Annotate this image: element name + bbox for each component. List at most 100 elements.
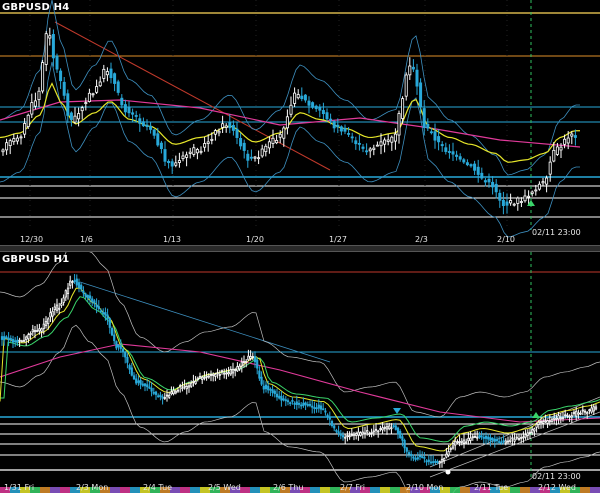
h1-candle-body <box>350 434 353 437</box>
h4-candle-body <box>231 125 235 131</box>
h1-candle-body <box>223 372 226 375</box>
h4-candle-body <box>375 144 379 147</box>
h4-candle-body <box>537 183 541 190</box>
h4-candle-body <box>426 123 430 129</box>
h1-candle-body <box>297 402 301 405</box>
h1-trendline <box>79 281 331 363</box>
h4-candle-body <box>390 136 394 143</box>
h1-candle-body <box>143 383 147 387</box>
h1-candle-body <box>412 456 415 459</box>
h4-candle-body <box>570 133 574 137</box>
h1-candle-body <box>148 386 151 389</box>
h4-candle-body <box>527 195 531 198</box>
h1-candle-body <box>55 304 59 311</box>
h1-chart-panel[interactable]: GBPUSD H1 02/11 23:00 1/31 Fri 2/3 Mon 2… <box>0 252 600 493</box>
h1-candle-body <box>390 427 393 430</box>
h1-date-band-segment <box>330 487 340 493</box>
h4-candle-body <box>102 68 106 79</box>
h4-candle-body <box>167 160 171 164</box>
h4-candle-body <box>307 100 311 106</box>
h4-x-tick: 1/6 <box>80 235 93 244</box>
h1-candle-body <box>559 417 562 420</box>
h1-candle-body <box>335 429 338 432</box>
h4-candle-body <box>483 180 487 183</box>
h1-date-band-segment <box>590 487 600 493</box>
h4-candle-body <box>372 147 376 150</box>
h1-candle-body <box>577 412 580 415</box>
h1-candle-body <box>275 393 279 398</box>
h1-candle-body <box>368 433 371 435</box>
h4-candle-body <box>491 181 495 188</box>
h1-candle-body <box>564 414 567 417</box>
h4-candle-body <box>210 138 214 141</box>
h1-candle-body <box>445 453 448 458</box>
h1-candle-body <box>38 328 41 332</box>
h1-candle-body <box>438 461 441 464</box>
h4-chart-panel[interactable]: GBPUSD H4 12/30 1/6 1/13 1/20 1/27 2/3 2… <box>0 0 600 245</box>
h1-candle-body <box>469 437 472 441</box>
h1-candle-body <box>300 404 303 407</box>
h1-candle-body <box>394 425 397 430</box>
h1-chart-canvas[interactable] <box>0 252 600 493</box>
h1-candle-body <box>592 406 595 412</box>
h1-candle-body <box>16 339 19 343</box>
h4-candle-body <box>59 70 63 82</box>
h1-candle-body <box>357 431 360 436</box>
h1-candle-body <box>480 435 483 438</box>
h1-candle-body <box>238 365 241 370</box>
h4-candle-body <box>505 201 509 206</box>
h1-candle-body <box>557 415 560 420</box>
h4-candle-body <box>109 68 113 79</box>
h1-candle-body <box>392 425 395 428</box>
h1-candle-body <box>366 430 369 433</box>
h1-candle-body <box>53 306 56 310</box>
h1-candle-body <box>451 443 455 449</box>
h1-candle-body <box>5 336 8 339</box>
h1-candle-body <box>579 412 582 415</box>
h1-candle-body <box>194 380 197 385</box>
h1-candle-body <box>88 295 92 299</box>
h1-candle-body <box>370 431 373 434</box>
h1-candle-body <box>425 460 428 463</box>
h1-candle-body <box>550 418 554 422</box>
h1-candle-body <box>458 441 461 443</box>
h1-date-band-segment <box>50 487 60 493</box>
h1-candle-body <box>570 415 573 418</box>
h1-signal-dot <box>445 469 451 475</box>
h1-candle-body <box>295 401 298 405</box>
h1-candle-body <box>548 420 551 423</box>
h1-candle-body <box>487 436 490 440</box>
h4-candle-body <box>325 112 329 120</box>
h4-candle-body <box>548 161 552 175</box>
h1-candle-body <box>62 297 65 303</box>
h4-chart-canvas[interactable] <box>0 0 600 245</box>
h1-candle-body <box>339 433 342 436</box>
h1-x-tick: 2/7 Fri <box>340 483 365 492</box>
h1-candle-body <box>524 434 527 438</box>
h4-candle-body <box>404 74 408 97</box>
h1-candle-body <box>106 314 109 320</box>
h1-candle-body <box>561 416 565 419</box>
h1-candle-body <box>528 431 532 434</box>
h4-candle-body <box>174 162 178 166</box>
h1-candle-body <box>231 368 235 374</box>
h1-candle-body <box>258 370 261 379</box>
h4-candle-body <box>361 146 365 149</box>
h1-candle-body <box>201 376 204 380</box>
h4-candle-body <box>149 125 153 130</box>
h4-candle-body <box>1 149 5 153</box>
h1-candle-body <box>333 425 336 429</box>
h1-candle-body <box>58 307 61 310</box>
h4-candle-body <box>433 131 437 141</box>
h4-candle-body <box>429 131 433 134</box>
pane-separator[interactable] <box>0 245 600 252</box>
h1-cursor-time: 02/11 23:00 <box>532 472 581 481</box>
h1-date-band-segment <box>380 487 390 493</box>
h1-ma-mid <box>0 296 600 443</box>
h4-candle-body <box>447 151 451 153</box>
h1-candle-body <box>97 306 100 309</box>
h4-candle-body <box>339 126 343 132</box>
h4-candle-body <box>523 195 527 202</box>
h4-candle-body <box>563 138 567 145</box>
h4-candle-body <box>530 191 534 194</box>
